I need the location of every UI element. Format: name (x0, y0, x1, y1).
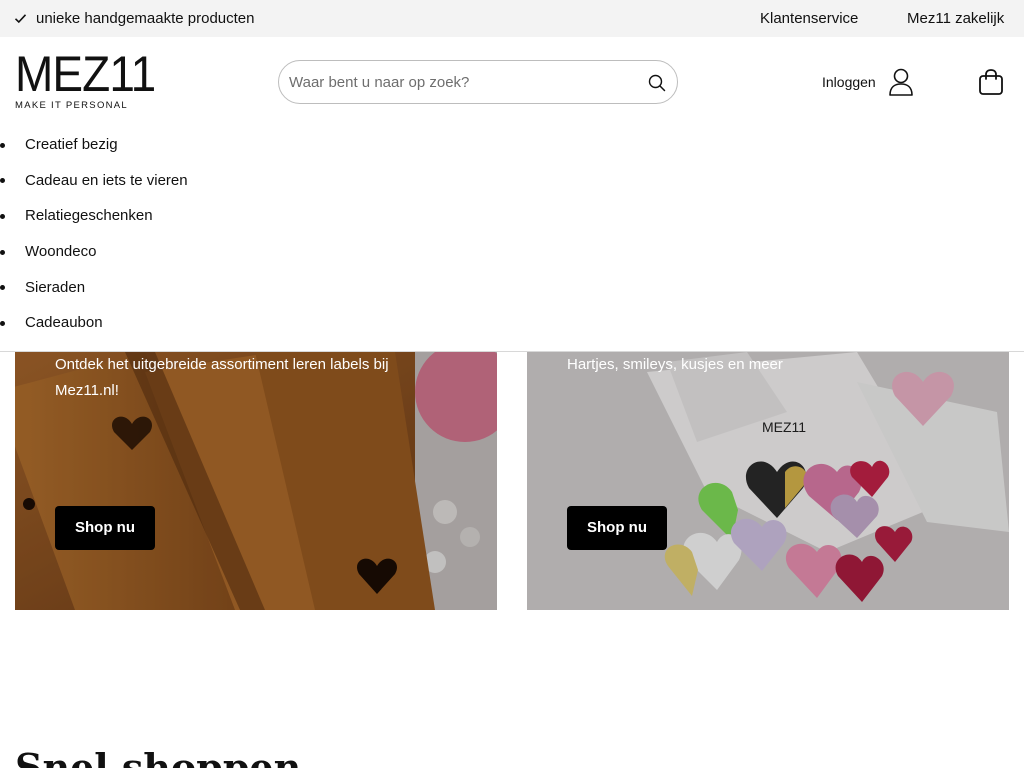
banner-jewelry[interactable]: MEZ11 Hartjes, smileys, kusjes en meer S… (527, 352, 1009, 610)
user-icon (888, 68, 913, 96)
banner-left-text: Ontdek het uitgebreide assortiment leren… (55, 356, 389, 399)
top-bar: unieke handgemaakte producten Klantenser… (0, 0, 1024, 37)
search-input[interactable] (289, 61, 639, 103)
menu-item-sieraden[interactable]: Sieraden (0, 269, 1024, 305)
search-icon[interactable] (647, 73, 667, 93)
search-bar (278, 60, 678, 104)
customer-service-link[interactable]: Klantenservice (760, 0, 858, 37)
menu-item-cadeaubon[interactable]: Cadeaubon (0, 305, 1024, 341)
main-menu: Creatief bezig Cadeau en iets te vieren … (0, 127, 1024, 352)
menu-item-cadeau[interactable]: Cadeau en iets te vieren (0, 163, 1024, 199)
business-link[interactable]: Mez11 zakelijk (907, 0, 1004, 37)
login-button[interactable]: Inloggen (822, 64, 914, 100)
section-title-quick-shopping: Snel shoppen (15, 745, 302, 768)
banner-leather-labels[interactable]: Ontdek het uitgebreide assortiment leren… (15, 352, 497, 610)
menu-item-woondeco[interactable]: Woondeco (0, 234, 1024, 270)
checkmark-icon (14, 14, 27, 24)
shop-now-button-jewelry[interactable]: Shop nu (567, 506, 667, 550)
logo-wordmark: MEZ11 (15, 46, 156, 102)
shopping-bag-icon[interactable] (978, 68, 1004, 96)
menu-item-relatiegeschenken[interactable]: Relatiegeschenken (0, 198, 1024, 234)
menu-item-creatief-bezig[interactable]: Creatief bezig (0, 127, 1024, 163)
logo[interactable]: MEZ11 MAKE IT PERSONAL (15, 46, 156, 113)
usp-text: unieke handgemaakte producten (36, 10, 255, 27)
heart-earrings-image: MEZ11 (527, 352, 1009, 610)
shop-now-button-labels[interactable]: Shop nu (55, 506, 155, 550)
banner-right-text: Hartjes, smileys, kusjes en meer (567, 356, 783, 373)
login-label: Inloggen (822, 74, 876, 90)
usp-message: unieke handgemaakte producten (14, 0, 255, 37)
